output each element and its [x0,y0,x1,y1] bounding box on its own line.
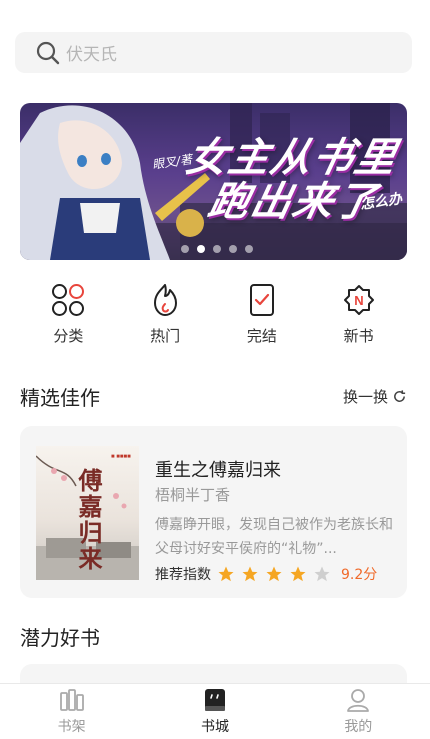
category-button-new[interactable]: N 新书 [324,282,394,346]
bookstore-icon [204,689,225,711]
book-title: 重生之傅嘉归来 [155,460,281,481]
star-filled-icon [266,566,282,582]
category-shortcuts: 分类 热门 完结 N 新书 [20,282,407,346]
promo-banner[interactable]: 眼叉/著 女主从书里 跑出来了 怎么办 [20,103,407,260]
carousel-dots [181,245,253,253]
featured-book-card[interactable]: ■ ■■■■ 傅嘉归来 重生之傅嘉归来 梧桐半丁香 傅嘉睁开眼，发现自己被作为老… [20,426,407,598]
tab-bookstore[interactable]: 书城 [170,687,260,736]
star-empty-icon [314,566,330,582]
star-filled-icon [218,566,234,582]
finished-icon [249,284,274,316]
rating-score: 9.2分 [341,567,378,583]
book-author: 梧桐半丁香 [155,486,231,504]
cover-title: 傅嘉归来 [74,468,102,572]
tab-profile[interactable]: 我的 [313,687,403,736]
category-label: 新书 [343,327,374,345]
book-description: 傅嘉睁开眼，发现自己被作为老族长和父母讨好安平侯府的“礼物”... [155,517,393,557]
carousel-dot-active[interactable] [197,245,205,253]
featured-section-title: 精选佳作 [20,386,100,410]
carousel-dot[interactable] [245,245,253,253]
banner-title-line2: 跑出来了 [204,179,383,225]
search-bar[interactable]: 伏天氏 [15,32,412,73]
refresh-button[interactable]: 换一换 [343,386,407,407]
category-button-classify[interactable]: 分类 [33,282,103,346]
book-cover: ■ ■■■■ 傅嘉归来 [36,446,139,580]
carousel-dot[interactable] [213,245,221,253]
category-icon [52,284,85,316]
fire-icon [154,284,178,316]
tab-label: 我的 [344,719,373,735]
search-placeholder: 伏天氏 [66,45,117,65]
category-label: 热门 [150,327,181,345]
tab-bookshelf[interactable]: 书架 [27,687,117,736]
star-filled-icon [242,566,258,582]
star-filled-icon [290,566,306,582]
carousel-dot[interactable] [229,245,237,253]
new-book-icon: N [343,285,374,315]
tab-label: 书架 [57,719,86,735]
search-icon [36,41,60,64]
profile-icon [347,689,370,712]
category-button-hot[interactable]: 热门 [130,282,200,346]
tab-label: 书城 [200,719,229,735]
bottom-tab-bar: 书架 书城 我的 [0,683,430,739]
rating-label: 推荐指数 [155,567,211,583]
svg-text:■ ■■■■: ■ ■■■■ [111,454,131,460]
refresh-label: 换一换 [342,388,388,406]
svg-text:N: N [354,293,363,308]
category-button-finished[interactable]: 完结 [227,282,297,346]
rating-stars [217,565,331,583]
category-label: 完结 [246,327,277,345]
refresh-icon [394,390,406,402]
bookshelf-icon [59,689,84,711]
rating-row: 推荐指数 9.2分 [155,564,377,584]
carousel-dot[interactable] [181,245,189,253]
potential-section-title: 潜力好书 [20,626,100,650]
category-label: 分类 [53,327,84,345]
